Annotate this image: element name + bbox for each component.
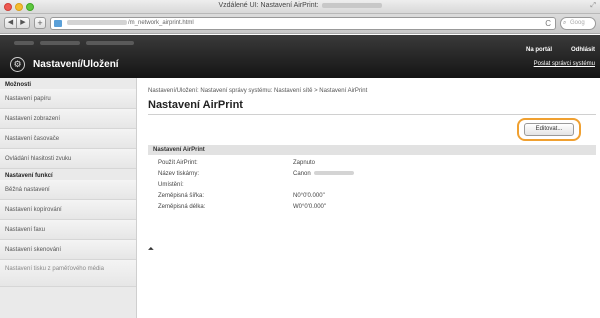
fullscreen-icon[interactable]: ⤢: [590, 2, 596, 10]
setting-value: W0°0'0.000": [293, 204, 327, 210]
sidebar-item-volume[interactable]: Ovládání hlasitosti zvuku: [0, 149, 136, 169]
settings-tool-icon: ⚙: [10, 57, 25, 72]
sidebar-item-memory-print[interactable]: Nastavení tisku z paměťového média: [0, 260, 136, 287]
sidebar: Možnosti Nastavení papíru Nastavení zobr…: [0, 78, 137, 318]
sidebar-item-timer[interactable]: Nastavení časovače: [0, 129, 136, 149]
title-divider: [148, 114, 596, 115]
printer-name-text: Canon: [293, 171, 311, 177]
sidebar-item-paper[interactable]: Nastavení papíru: [0, 89, 136, 109]
setting-label: Zeměpisná šířka:: [158, 193, 205, 199]
portal-link[interactable]: Na portál: [526, 47, 552, 53]
back-button[interactable]: ◀: [4, 17, 17, 29]
setting-row-longitude: Zeměpisná délka: W0°0'0.000": [148, 204, 448, 214]
back-to-top-icon[interactable]: ⏶: [148, 246, 154, 254]
reload-icon[interactable]: C: [545, 18, 551, 29]
setting-value: Canon: [293, 171, 354, 177]
section-header: Nastavení AirPrint: [148, 145, 596, 155]
setting-label: Zeměpisná délka:: [158, 204, 206, 210]
address-bar[interactable]: /m_network_airprint.html C: [50, 17, 556, 30]
sidebar-item-scan[interactable]: Nastavení skenování: [0, 240, 136, 260]
redacted-device-info: [14, 41, 134, 45]
setting-label: Použít AirPrint:: [158, 160, 198, 166]
window-titlebar: Vzdálené UI: Nastavení AirPrint: ⤢: [0, 0, 600, 14]
redacted-text: [313, 171, 354, 176]
nav-buttons: ◀ ▶: [4, 17, 30, 29]
forward-button[interactable]: ▶: [17, 17, 30, 29]
app-title: Nastavení/Uložení: [33, 59, 119, 70]
sidebar-section-functions: Nastavení funkcí: [5, 173, 53, 179]
browser-toolbar: ◀ ▶ + /m_network_airprint.html C ⌕ Goog: [0, 14, 600, 34]
add-bookmark-button[interactable]: +: [34, 17, 46, 29]
setting-row-printer-name: Název tiskárny: Canon: [148, 171, 448, 181]
setting-row-location: Umístění:: [148, 182, 448, 192]
search-placeholder: Goog: [570, 20, 585, 26]
sidebar-item-common[interactable]: Běžná nastavení: [0, 180, 136, 200]
window-title-text: Vzdálené UI: Nastavení AirPrint:: [218, 2, 319, 9]
window-title: Vzdálené UI: Nastavení AirPrint:: [0, 2, 600, 9]
redacted-text: [321, 2, 382, 8]
setting-value: N0°0'0.000": [293, 193, 325, 199]
breadcrumb: Nastavení/Uložení: Nastavení správy syst…: [148, 88, 368, 94]
sidebar-section-preferences: Možnosti: [5, 82, 31, 88]
redacted-text: [67, 19, 127, 25]
sidebar-item-display[interactable]: Nastavení zobrazení: [0, 109, 136, 129]
site-favicon-icon: [54, 20, 62, 27]
chevron-right-icon: ▶: [20, 19, 26, 26]
system-manager-link[interactable]: Poslat správci systému: [534, 61, 595, 67]
sidebar-item-copy[interactable]: Nastavení kopírování: [0, 200, 136, 220]
chevron-left-icon: ◀: [7, 19, 14, 26]
search-field[interactable]: ⌕ Goog: [560, 17, 596, 30]
app-header: ⚙ Nastavení/Uložení Na portál Odhlásit P…: [0, 35, 600, 78]
main-content: Nastavení/Uložení: Nastavení správy syst…: [138, 78, 600, 318]
url-text: /m_network_airprint.html: [128, 20, 194, 26]
sidebar-item-fax[interactable]: Nastavení faxu: [0, 220, 136, 240]
setting-label: Umístění:: [158, 182, 184, 188]
setting-label: Název tiskárny:: [158, 171, 200, 177]
search-icon: ⌕: [563, 20, 567, 26]
setting-value: Zapnuto: [293, 160, 316, 166]
setting-row-use-airprint: Použít AirPrint: Zapnuto: [148, 160, 448, 170]
setting-row-latitude: Zeměpisná šířka: N0°0'0.000": [148, 193, 448, 203]
page-title: Nastavení AirPrint: [148, 99, 243, 111]
edit-button[interactable]: Editovat...: [524, 123, 574, 136]
logout-link[interactable]: Odhlásit: [571, 47, 595, 53]
